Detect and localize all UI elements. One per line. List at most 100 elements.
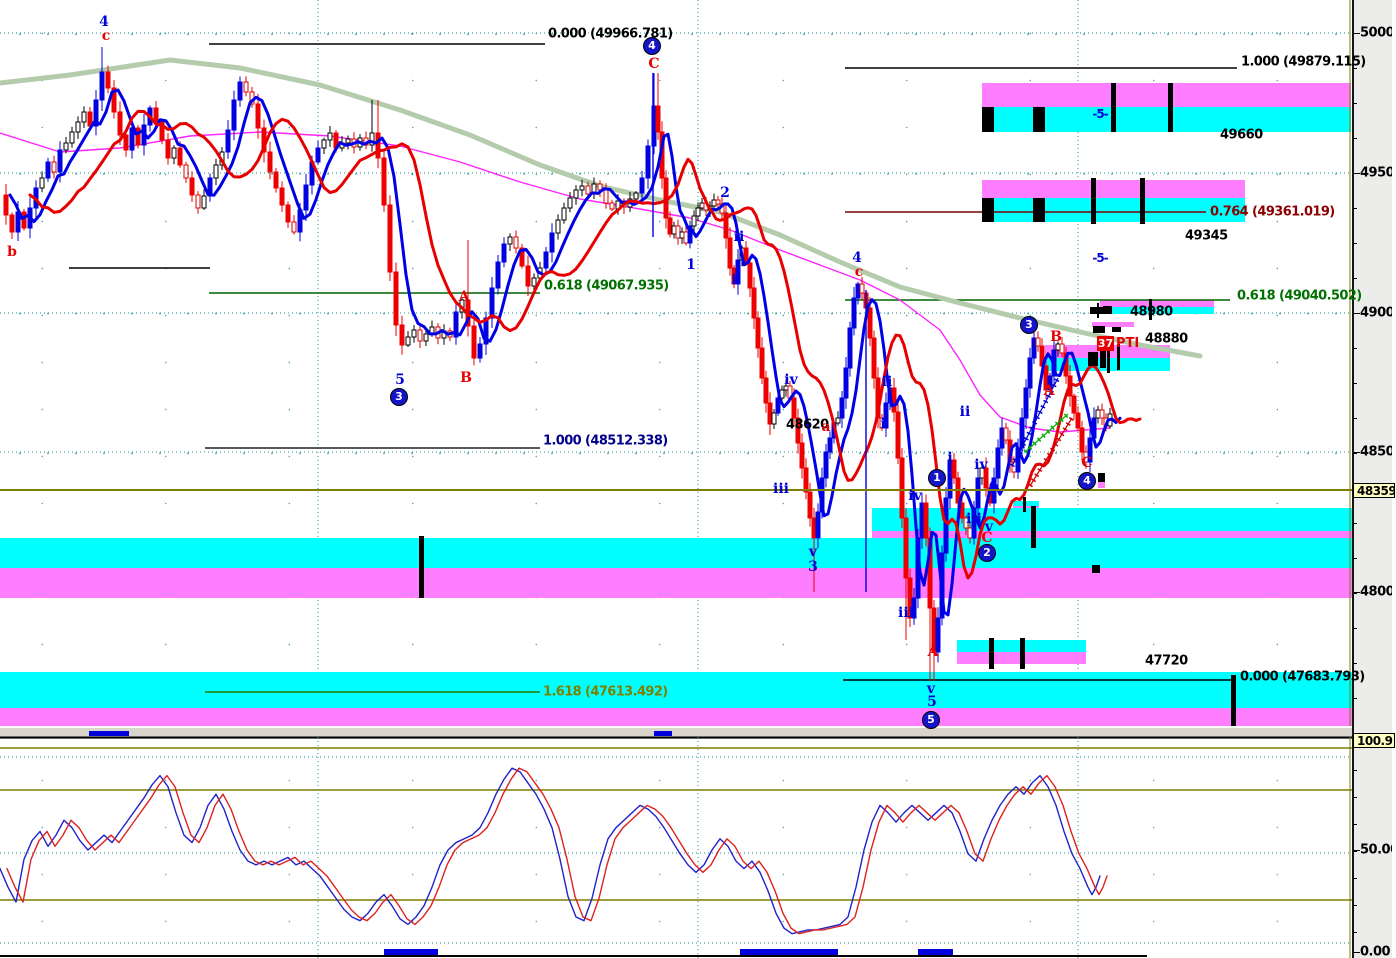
candle-body <box>171 147 177 159</box>
candle-body <box>393 271 399 326</box>
candle-body <box>423 333 429 342</box>
candle-body <box>747 262 753 289</box>
false-bar <box>740 949 838 955</box>
candle-body <box>879 417 885 429</box>
axis-minor-tick <box>1354 103 1357 104</box>
axis-margin <box>1392 0 1396 958</box>
chart-window: 50000 49500 49000 48500 48000 50.00 0.00 48359… <box>0 0 1396 958</box>
candle-body <box>165 139 171 159</box>
candle-body <box>935 617 941 653</box>
candle-body <box>671 225 677 235</box>
candle-body <box>495 261 501 289</box>
candle-body <box>375 132 381 159</box>
axis-minor-tick <box>1354 593 1357 594</box>
zone-mark <box>1098 473 1105 482</box>
candle-body <box>267 151 273 173</box>
axis-minor-tick <box>1354 878 1357 879</box>
candle-body <box>237 81 243 101</box>
candle-body <box>3 194 9 216</box>
candle-body <box>81 111 87 123</box>
oscillator-value-box: 100.9 <box>1353 733 1395 748</box>
candle-body <box>213 164 219 179</box>
supply-demand-zone <box>982 180 1245 198</box>
candle-body <box>177 147 183 166</box>
candle-body <box>995 447 1001 479</box>
oscillator-red-line <box>6 767 1108 935</box>
current-price-box: 48359. <box>1353 483 1395 498</box>
price-chart-canvas[interactable] <box>0 0 1352 726</box>
candle-body <box>835 417 841 424</box>
axis-minor-tick <box>1354 905 1357 906</box>
medium-ma-line <box>0 131 1111 433</box>
candle-body <box>799 442 805 469</box>
oscillator-canvas[interactable] <box>0 737 1352 958</box>
candle-body <box>735 259 741 285</box>
candle-body <box>899 457 905 519</box>
candle-body <box>201 195 207 209</box>
candle-body <box>691 215 697 227</box>
panel-splitter[interactable] <box>0 726 1396 737</box>
zone-mark <box>1103 306 1112 314</box>
false-bar <box>384 949 438 955</box>
candle-body <box>919 502 925 539</box>
axis-tick-label: 48000 <box>1360 584 1396 600</box>
candle-body <box>135 127 141 146</box>
candle-body <box>731 267 737 285</box>
candle-body <box>183 164 189 179</box>
axis-minor-tick <box>1354 558 1357 559</box>
candle-body <box>851 297 857 329</box>
axis-minor-tick <box>1354 698 1357 699</box>
candle-body <box>417 329 423 342</box>
supply-demand-zone <box>0 568 1352 598</box>
false-bar <box>918 949 953 955</box>
candle-body <box>225 129 231 153</box>
candle-body <box>99 71 105 101</box>
price-axis[interactable]: 50000 49500 49000 48500 48000 50.00 0.00 <box>1352 0 1396 958</box>
axis-tick-label: 50000 <box>1360 25 1396 41</box>
candle-body <box>513 236 519 249</box>
candle-body <box>75 121 81 133</box>
axis-minor-tick <box>1354 173 1357 174</box>
supply-demand-zone <box>0 672 1352 708</box>
zone-mark <box>1090 307 1103 314</box>
axis-tick-label: 49000 <box>1360 305 1396 321</box>
candle-body <box>843 367 849 399</box>
candle-body <box>1071 395 1077 414</box>
candle-body <box>255 103 261 129</box>
candle-body <box>871 337 877 379</box>
axis-minor-tick <box>1354 383 1357 384</box>
candle-body <box>711 199 717 207</box>
candle-body <box>243 81 249 93</box>
supply-demand-zone <box>1100 300 1214 307</box>
candle-body <box>1099 409 1105 419</box>
candle-body <box>715 199 721 205</box>
candle-body <box>57 149 63 173</box>
candle-body <box>839 397 845 419</box>
supply-demand-zone <box>1100 307 1214 314</box>
candle-body <box>411 329 417 338</box>
axis-tick-label: 49500 <box>1360 165 1396 181</box>
zone-mark <box>982 198 994 222</box>
axis-minor-tick <box>1354 523 1357 524</box>
candle-body <box>679 231 685 239</box>
zone-mark <box>1092 565 1100 573</box>
candle-body <box>1059 343 1065 354</box>
candle-body <box>555 219 561 234</box>
zone-mark <box>1149 299 1152 320</box>
zone-mark <box>1107 340 1110 373</box>
candle-body <box>867 307 873 339</box>
candle-body <box>675 225 681 239</box>
zone-mark <box>1231 675 1236 726</box>
axis-tick-label: 48500 <box>1360 444 1396 460</box>
candle-body <box>655 105 661 133</box>
axis-minor-tick <box>1354 68 1357 69</box>
candle-body <box>1087 437 1093 463</box>
candle-body <box>1075 412 1081 429</box>
axis-minor-tick <box>1354 932 1357 933</box>
candle-body <box>63 142 69 151</box>
candle-body <box>231 99 237 131</box>
oscillator-blue-line <box>0 767 1101 935</box>
candle-body <box>9 214 15 233</box>
supply-demand-zone <box>0 708 1352 726</box>
candle-body <box>639 177 645 194</box>
